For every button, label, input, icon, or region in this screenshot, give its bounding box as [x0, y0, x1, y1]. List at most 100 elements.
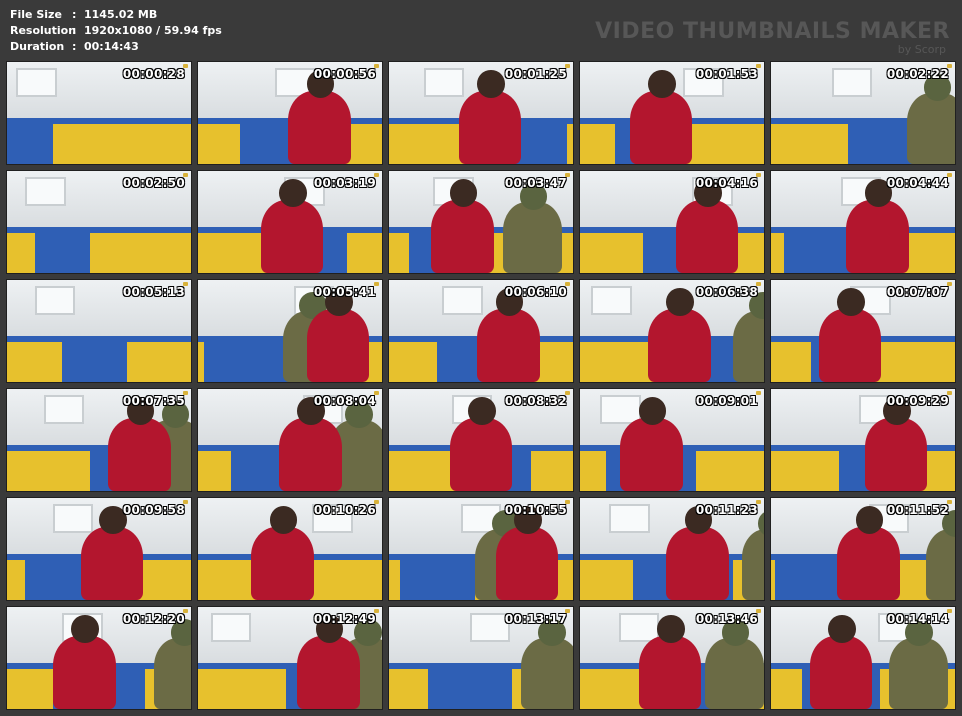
timestamp: 00:14:14 — [886, 612, 949, 626]
timestamp: 00:07:35 — [122, 394, 185, 408]
scene-figure-red — [431, 199, 494, 273]
thumbnail[interactable]: 00:01:25 — [388, 61, 574, 165]
scene-figure-red — [80, 526, 144, 600]
scene-stripe — [771, 445, 955, 452]
timestamp: 00:05:41 — [313, 285, 376, 299]
scene-mat-blue — [774, 554, 843, 600]
scene-figure-red — [666, 526, 730, 600]
thumbnail[interactable]: 00:07:35 — [6, 388, 192, 492]
thumbnail[interactable]: 00:03:47 — [388, 170, 574, 274]
thumbnail[interactable]: 00:12:49 — [197, 606, 383, 710]
scene-figure-head — [657, 615, 685, 643]
thumbnail[interactable]: 00:04:44 — [770, 170, 956, 274]
thumbnail[interactable]: 00:03:19 — [197, 170, 383, 274]
scene-window — [423, 68, 465, 97]
timestamp: 00:10:55 — [504, 503, 567, 517]
scene-figure-red — [620, 417, 684, 491]
thumbnail[interactable]: 00:06:38 — [579, 279, 765, 383]
scene-figure-head — [278, 179, 307, 207]
thumbnail[interactable]: 00:01:53 — [579, 61, 765, 165]
duration-row: Duration : 00:14:43 — [10, 39, 222, 55]
file-size-value: 1145.02 MB — [84, 8, 158, 21]
timestamp: 00:06:38 — [695, 285, 758, 299]
brand-title: VIDEO THUMBNAILS MAKER — [595, 19, 950, 44]
scene-window — [53, 504, 94, 533]
brand-watermark: VIDEO THUMBNAILS MAKER by Scorp — [595, 20, 950, 56]
scene-figure-red — [477, 308, 540, 382]
file-info: File Size : 1145.02 MB Resolution : 1920… — [10, 7, 222, 55]
thumbnail[interactable]: 00:13:46 — [579, 606, 765, 710]
thumbnail[interactable]: 00:11:23 — [579, 497, 765, 601]
scene-stripe — [7, 118, 191, 125]
timestamp: 00:09:01 — [695, 394, 758, 408]
scene-window — [591, 286, 632, 315]
brand-subtitle: by Scorp — [897, 43, 946, 56]
scene-figure-olive — [732, 310, 764, 382]
timestamp: 00:08:04 — [313, 394, 376, 408]
scene-window — [442, 286, 483, 315]
thumbnail[interactable]: 00:10:55 — [388, 497, 574, 601]
scene-mat-blue — [34, 227, 90, 273]
scene-figure-red — [458, 90, 522, 164]
scene-mat-blue — [427, 663, 513, 709]
file-size-row: File Size : 1145.02 MB — [10, 7, 222, 23]
scene-figure-head — [477, 70, 505, 98]
scene-window — [210, 613, 252, 642]
thumbnail[interactable]: 00:04:16 — [579, 170, 765, 274]
timestamp: 00:02:50 — [122, 176, 185, 190]
scene-figure-red — [260, 199, 324, 273]
file-size-label: File Size — [10, 8, 62, 21]
scene-figure-red — [864, 417, 928, 491]
scene-figure-olive — [907, 92, 955, 164]
timestamp: 00:03:47 — [504, 176, 567, 190]
thumbnail[interactable]: 00:14:14 — [770, 606, 956, 710]
thumbnail[interactable]: 00:09:58 — [6, 497, 192, 601]
timestamp: 00:12:20 — [122, 612, 185, 626]
scene-figure-red — [675, 199, 739, 273]
thumbnail[interactable]: 00:05:41 — [197, 279, 383, 383]
timestamp: 00:11:23 — [695, 503, 758, 517]
timestamp: 00:04:16 — [695, 176, 758, 190]
timestamp: 00:04:44 — [886, 176, 949, 190]
timestamp: 00:02:22 — [886, 67, 949, 81]
thumbnail[interactable]: 00:00:28 — [6, 61, 192, 165]
thumbnail[interactable]: 00:11:52 — [770, 497, 956, 601]
scene-figure-olive — [925, 528, 955, 600]
timestamp: 00:06:10 — [504, 285, 567, 299]
thumbnail[interactable]: 00:12:20 — [6, 606, 192, 710]
thumbnail[interactable]: 00:02:22 — [770, 61, 956, 165]
separator: : — [72, 8, 77, 21]
duration-label: Duration — [10, 40, 65, 53]
thumbnail[interactable]: 00:00:56 — [197, 61, 383, 165]
timestamp: 00:05:13 — [122, 285, 185, 299]
thumbnail[interactable]: 00:13:17 — [388, 606, 574, 710]
scene-figure-red — [53, 635, 116, 709]
scene-figure-red — [495, 526, 559, 600]
scene-window — [609, 504, 650, 533]
thumbnail[interactable]: 00:02:50 — [6, 170, 192, 274]
scene-figure-red — [251, 526, 314, 600]
thumbnail[interactable]: 00:10:26 — [197, 497, 383, 601]
scene-figure-olive — [521, 637, 573, 709]
thumbnail[interactable]: 00:07:07 — [770, 279, 956, 383]
scene-window — [25, 177, 66, 206]
thumbnail[interactable]: 00:08:04 — [197, 388, 383, 492]
timestamp: 00:01:25 — [504, 67, 567, 81]
scene-figure-olive — [503, 201, 562, 273]
thumbnail[interactable]: 00:09:01 — [579, 388, 765, 492]
thumbnail[interactable]: 00:05:13 — [6, 279, 192, 383]
scene-figure-red — [648, 308, 711, 382]
thumbnail[interactable]: 00:08:32 — [388, 388, 574, 492]
scene-figure-red — [306, 308, 370, 382]
scene-figure-red — [837, 526, 900, 600]
scene-stripe — [7, 336, 191, 343]
timestamp: 00:07:07 — [886, 285, 949, 299]
scene-figure-red — [809, 635, 873, 709]
scene-window — [43, 395, 85, 424]
thumbnail[interactable]: 00:06:10 — [388, 279, 574, 383]
scene-figure-red — [297, 635, 360, 709]
scene-mat-blue — [203, 336, 292, 382]
scene-figure-red — [278, 417, 342, 491]
thumbnail[interactable]: 00:09:29 — [770, 388, 956, 492]
scene-figure-head — [449, 179, 478, 207]
